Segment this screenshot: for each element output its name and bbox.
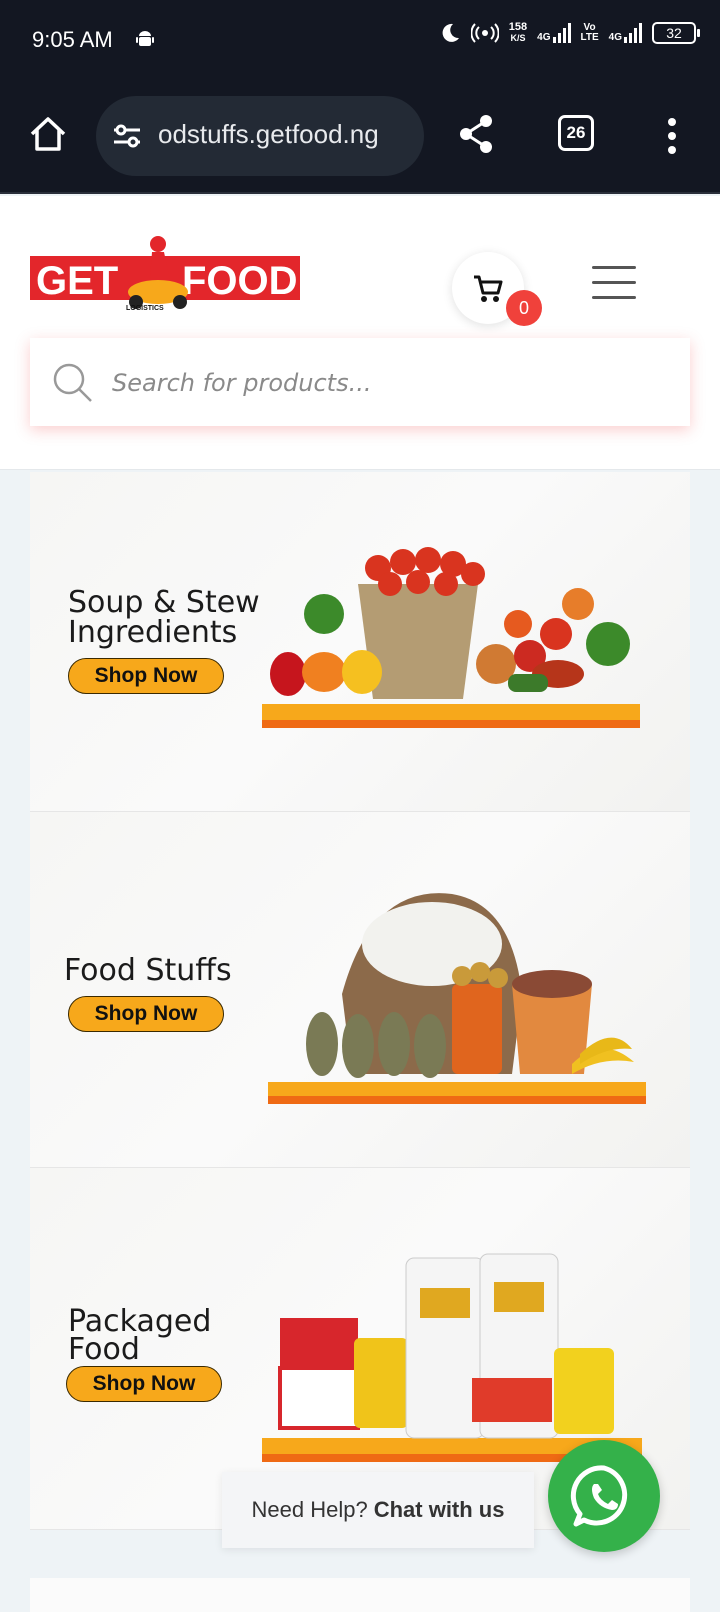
- vegetables-image: [262, 547, 640, 728]
- net-speed: 158 K/S: [509, 22, 527, 44]
- more-options-icon[interactable]: [662, 116, 682, 156]
- banner-title: Packaged Food: [68, 1307, 211, 1367]
- volte-bottom: LTE: [580, 32, 599, 43]
- hotspot-icon: [470, 23, 499, 43]
- home-icon[interactable]: [28, 114, 68, 154]
- net-type-1: 4G: [537, 32, 551, 43]
- signal-1: 4G: [537, 23, 571, 43]
- getfood-logo[interactable]: GET FOOD LOGISTICS: [30, 232, 300, 312]
- address-bar[interactable]: odstuffs.getfood.ng: [96, 96, 424, 176]
- cart-count-badge: 0: [506, 290, 542, 326]
- banner-title-line2: Food: [68, 1332, 140, 1367]
- tab-switcher-button[interactable]: 26: [558, 115, 594, 151]
- banner-title: Food Stuffs: [64, 956, 232, 986]
- url-text[interactable]: odstuffs.getfood.ng: [158, 119, 416, 150]
- chat-prefix: Need Help?: [251, 1497, 368, 1522]
- do-not-disturb-moon-icon: [442, 23, 459, 42]
- site-settings-icon[interactable]: [112, 123, 142, 149]
- shop-now-button[interactable]: Shop Now: [66, 1366, 222, 1402]
- battery-icon: 32: [652, 22, 700, 44]
- browser-toolbar: odstuffs.getfood.ng 26: [0, 82, 720, 194]
- status-icons: 158 K/S 4G Vo LTE 4G 32: [439, 22, 700, 44]
- signal-bars-icon: [552, 23, 571, 43]
- shop-now-button[interactable]: Shop Now: [68, 658, 224, 694]
- cart-button[interactable]: 0: [452, 252, 542, 326]
- android-icon: [136, 31, 154, 46]
- banner-title: Soup & Stew Ingredients: [68, 588, 260, 648]
- banner-soup-stew[interactable]: Soup & Stew Ingredients Shop Now: [30, 472, 690, 812]
- whatsapp-chat-button[interactable]: [548, 1440, 660, 1552]
- shop-now-button[interactable]: Shop Now: [68, 996, 224, 1032]
- share-icon[interactable]: [456, 112, 496, 156]
- search-placeholder[interactable]: Search for products...: [112, 369, 371, 397]
- search-icon: [53, 363, 92, 402]
- menu-hamburger-icon[interactable]: [592, 266, 636, 300]
- status-bar: 9:05 AM 158 K/S 4G Vo LTE 4G 32: [0, 0, 720, 82]
- status-time: 9:05 AM: [32, 27, 113, 52]
- banner-title-line1: Soup & Stew: [68, 585, 260, 620]
- signal-bars-icon: [624, 23, 642, 43]
- tab-count: 26: [566, 123, 586, 142]
- banner-title-line2: Ingredients: [68, 615, 238, 650]
- battery-level: 32: [666, 25, 682, 41]
- volte-tag: Vo LTE: [581, 23, 599, 43]
- site-header: GET FOOD LOGISTICS 0 Search for products…: [0, 196, 720, 470]
- shopping-cart-icon: [474, 275, 503, 302]
- banner-next-partial[interactable]: [30, 1578, 690, 1612]
- banner-food-stuffs[interactable]: Food Stuffs Shop Now: [30, 812, 690, 1168]
- logo-text-left: GET: [36, 259, 118, 303]
- net-speed-unit: K/S: [510, 33, 526, 43]
- net-speed-value: 158: [508, 21, 528, 33]
- chat-help-label[interactable]: Need Help? Chat with us: [222, 1472, 534, 1548]
- logo-sub: LOGISTICS: [126, 305, 164, 312]
- chat-action: Chat with us: [373, 1497, 505, 1522]
- product-search-bar[interactable]: Search for products...: [30, 338, 690, 426]
- whatsapp-icon: [570, 1465, 628, 1527]
- signal-2: 4G: [609, 23, 642, 43]
- net-type-2: 4G: [608, 32, 622, 43]
- food-stuffs-image: [268, 893, 646, 1104]
- logo-text-right: FOOD: [182, 259, 298, 303]
- banner-title-line1: Food Stuffs: [64, 953, 232, 988]
